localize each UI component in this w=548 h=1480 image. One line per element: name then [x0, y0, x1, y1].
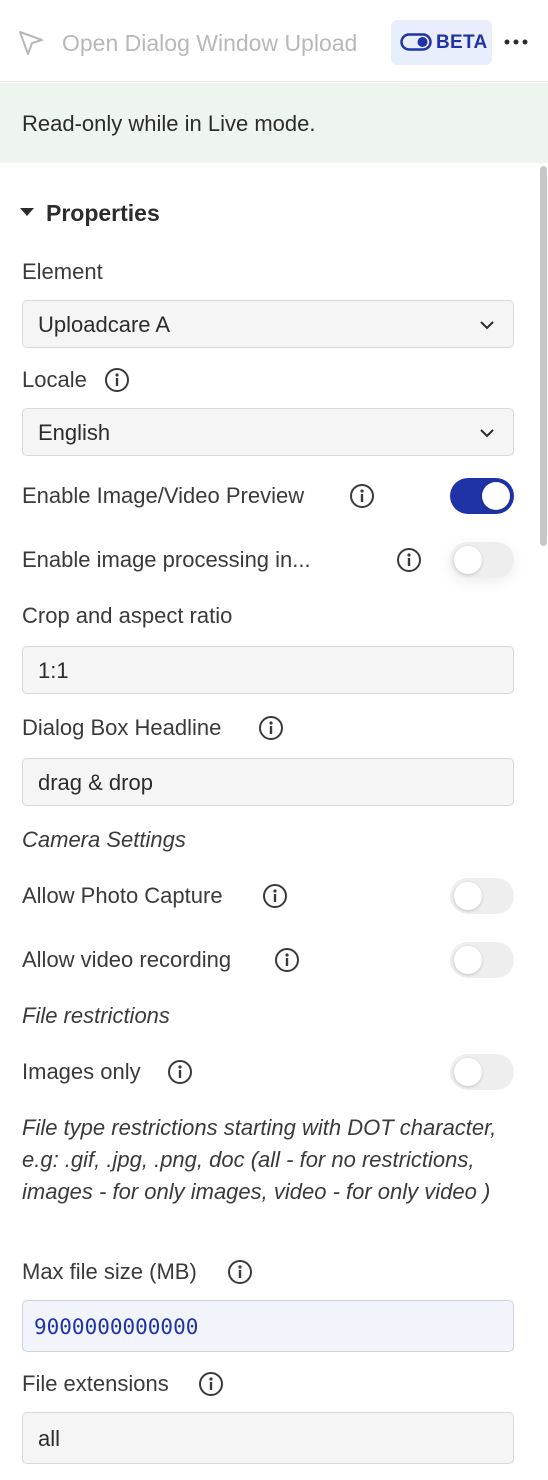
- chevron-down-icon: [480, 321, 494, 330]
- info-icon[interactable]: [274, 947, 300, 973]
- file-extensions-value: all: [38, 1426, 61, 1451]
- toggle-knob: [454, 546, 482, 574]
- panel-header: Open Dialog Window Upload BETA: [0, 0, 548, 82]
- beta-badge[interactable]: BETA: [391, 20, 492, 65]
- enable-processing-label: Enable image processing in...: [22, 547, 311, 572]
- max-file-size-label: Max file size (MB): [22, 1259, 197, 1284]
- beta-label: BETA: [436, 32, 488, 53]
- headline-label: Dialog Box Headline: [22, 715, 222, 740]
- banner-text: Read-only while in Live mode.: [22, 111, 316, 136]
- element-value: Uploadcare A: [38, 312, 171, 337]
- allow-photo-label: Allow Photo Capture: [22, 883, 223, 908]
- crop-value: 1:1: [38, 658, 69, 683]
- info-icon[interactable]: [167, 1059, 193, 1085]
- info-icon[interactable]: [262, 883, 288, 909]
- images-only-label: Images only: [22, 1059, 141, 1084]
- cursor-pointer-icon: [19, 31, 43, 55]
- toggle-icon: [400, 33, 432, 51]
- enable-processing-toggle[interactable]: [450, 542, 514, 578]
- toggle-knob: [482, 482, 510, 510]
- images-only-toggle[interactable]: [450, 1054, 514, 1090]
- file-type-help-text: File type restrictions starting with DOT…: [22, 1115, 497, 1204]
- caret-down-icon: [20, 208, 34, 216]
- info-icon[interactable]: [104, 367, 130, 393]
- crop-input[interactable]: 1:1: [22, 646, 514, 694]
- toggle-knob: [454, 882, 482, 910]
- element-select[interactable]: Uploadcare A: [22, 300, 514, 348]
- allow-video-label: Allow video recording: [22, 947, 232, 972]
- enable-preview-label: Enable Image/Video Preview: [22, 483, 305, 508]
- file-restrictions-heading: File restrictions: [22, 1003, 170, 1028]
- locale-value: English: [38, 420, 111, 445]
- crop-label: Crop and aspect ratio: [22, 603, 233, 628]
- headline-value: drag & drop: [38, 770, 153, 795]
- allow-video-toggle[interactable]: [450, 942, 514, 978]
- allow-photo-toggle[interactable]: [450, 878, 514, 914]
- locale-select[interactable]: English: [22, 408, 514, 456]
- info-icon[interactable]: [198, 1371, 224, 1397]
- info-icon[interactable]: [258, 715, 284, 741]
- file-extensions-input[interactable]: all: [22, 1412, 514, 1464]
- info-icon[interactable]: [396, 547, 422, 573]
- toggle-knob: [454, 1058, 482, 1086]
- enable-preview-toggle[interactable]: [450, 478, 514, 514]
- more-options-icon[interactable]: [496, 26, 536, 58]
- camera-settings-heading: Camera Settings: [22, 827, 186, 852]
- headline-input[interactable]: drag & drop: [22, 758, 514, 806]
- max-file-size-value: 9000000000000: [34, 1315, 199, 1339]
- element-label: Element: [22, 259, 103, 284]
- properties-section-toggle[interactable]: Properties: [18, 196, 278, 230]
- info-icon[interactable]: [227, 1259, 253, 1285]
- max-file-size-input[interactable]: 9000000000000: [22, 1300, 514, 1352]
- section-title: Properties: [46, 200, 160, 226]
- info-icon[interactable]: [349, 483, 375, 509]
- toggle-knob: [454, 946, 482, 974]
- panel-title: Open Dialog Window Upload: [62, 30, 358, 56]
- live-mode-banner: Read-only while in Live mode.: [0, 83, 548, 163]
- chevron-down-icon: [480, 429, 494, 438]
- file-extensions-label: File extensions: [22, 1371, 169, 1396]
- locale-label: Locale: [22, 367, 87, 392]
- scrollbar-thumb[interactable]: [540, 166, 547, 546]
